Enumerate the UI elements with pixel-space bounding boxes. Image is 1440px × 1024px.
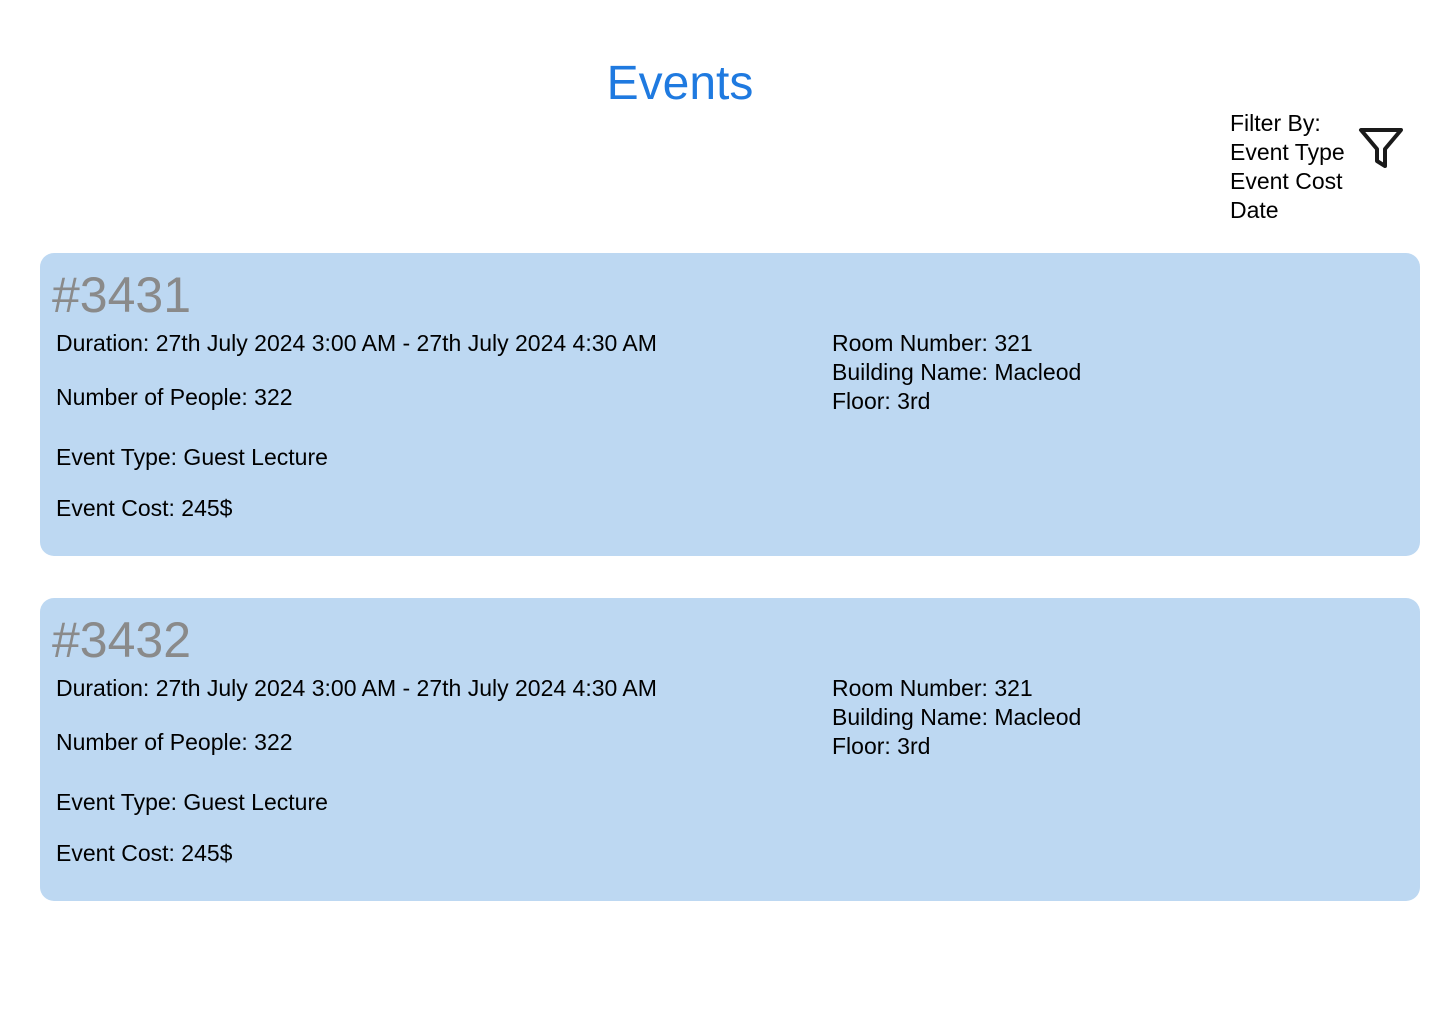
filter-panel: Filter By: Event Type Event Cost Date — [1230, 109, 1420, 229]
page-title: Events — [606, 57, 754, 110]
event-card[interactable]: #3432 Duration: 27th July 2024 3:00 AM -… — [40, 598, 1420, 901]
filter-options: Filter By: Event Type Event Cost Date — [1230, 109, 1345, 225]
event-duration: Duration: 27th July 2024 3:00 AM - 27th … — [56, 330, 657, 356]
floor: Floor: 3rd — [832, 733, 931, 759]
event-id: #3431 — [52, 267, 192, 323]
event-duration: Duration: 27th July 2024 3:00 AM - 27th … — [56, 675, 657, 701]
event-card[interactable]: #3431 Duration: 27th July 2024 3:00 AM -… — [40, 253, 1420, 556]
event-cost: Event Cost: 245$ — [56, 495, 233, 521]
filter-option-event-type[interactable]: Event Type — [1230, 138, 1345, 167]
filter-option-event-cost[interactable]: Event Cost — [1230, 167, 1345, 196]
event-people-count: Number of People: 322 — [56, 729, 293, 755]
building-name: Building Name: Macleod — [832, 704, 1082, 730]
filter-option-date[interactable]: Date — [1230, 196, 1345, 225]
event-location: Room Number: 321 Building Name: Macleod … — [832, 674, 1081, 761]
event-cost: Event Cost: 245$ — [56, 840, 233, 866]
event-people-count: Number of People: 322 — [56, 384, 293, 410]
building-name: Building Name: Macleod — [832, 359, 1082, 385]
event-type: Event Type: Guest Lecture — [56, 444, 328, 470]
filter-by-label: Filter By: — [1230, 110, 1321, 136]
room-number: Room Number: 321 — [832, 330, 1033, 356]
event-type: Event Type: Guest Lecture — [56, 789, 328, 815]
event-location: Room Number: 321 Building Name: Macleod … — [832, 329, 1081, 416]
floor: Floor: 3rd — [832, 388, 931, 414]
event-id: #3432 — [52, 612, 192, 668]
room-number: Room Number: 321 — [832, 675, 1033, 701]
funnel-icon[interactable] — [1358, 127, 1404, 171]
